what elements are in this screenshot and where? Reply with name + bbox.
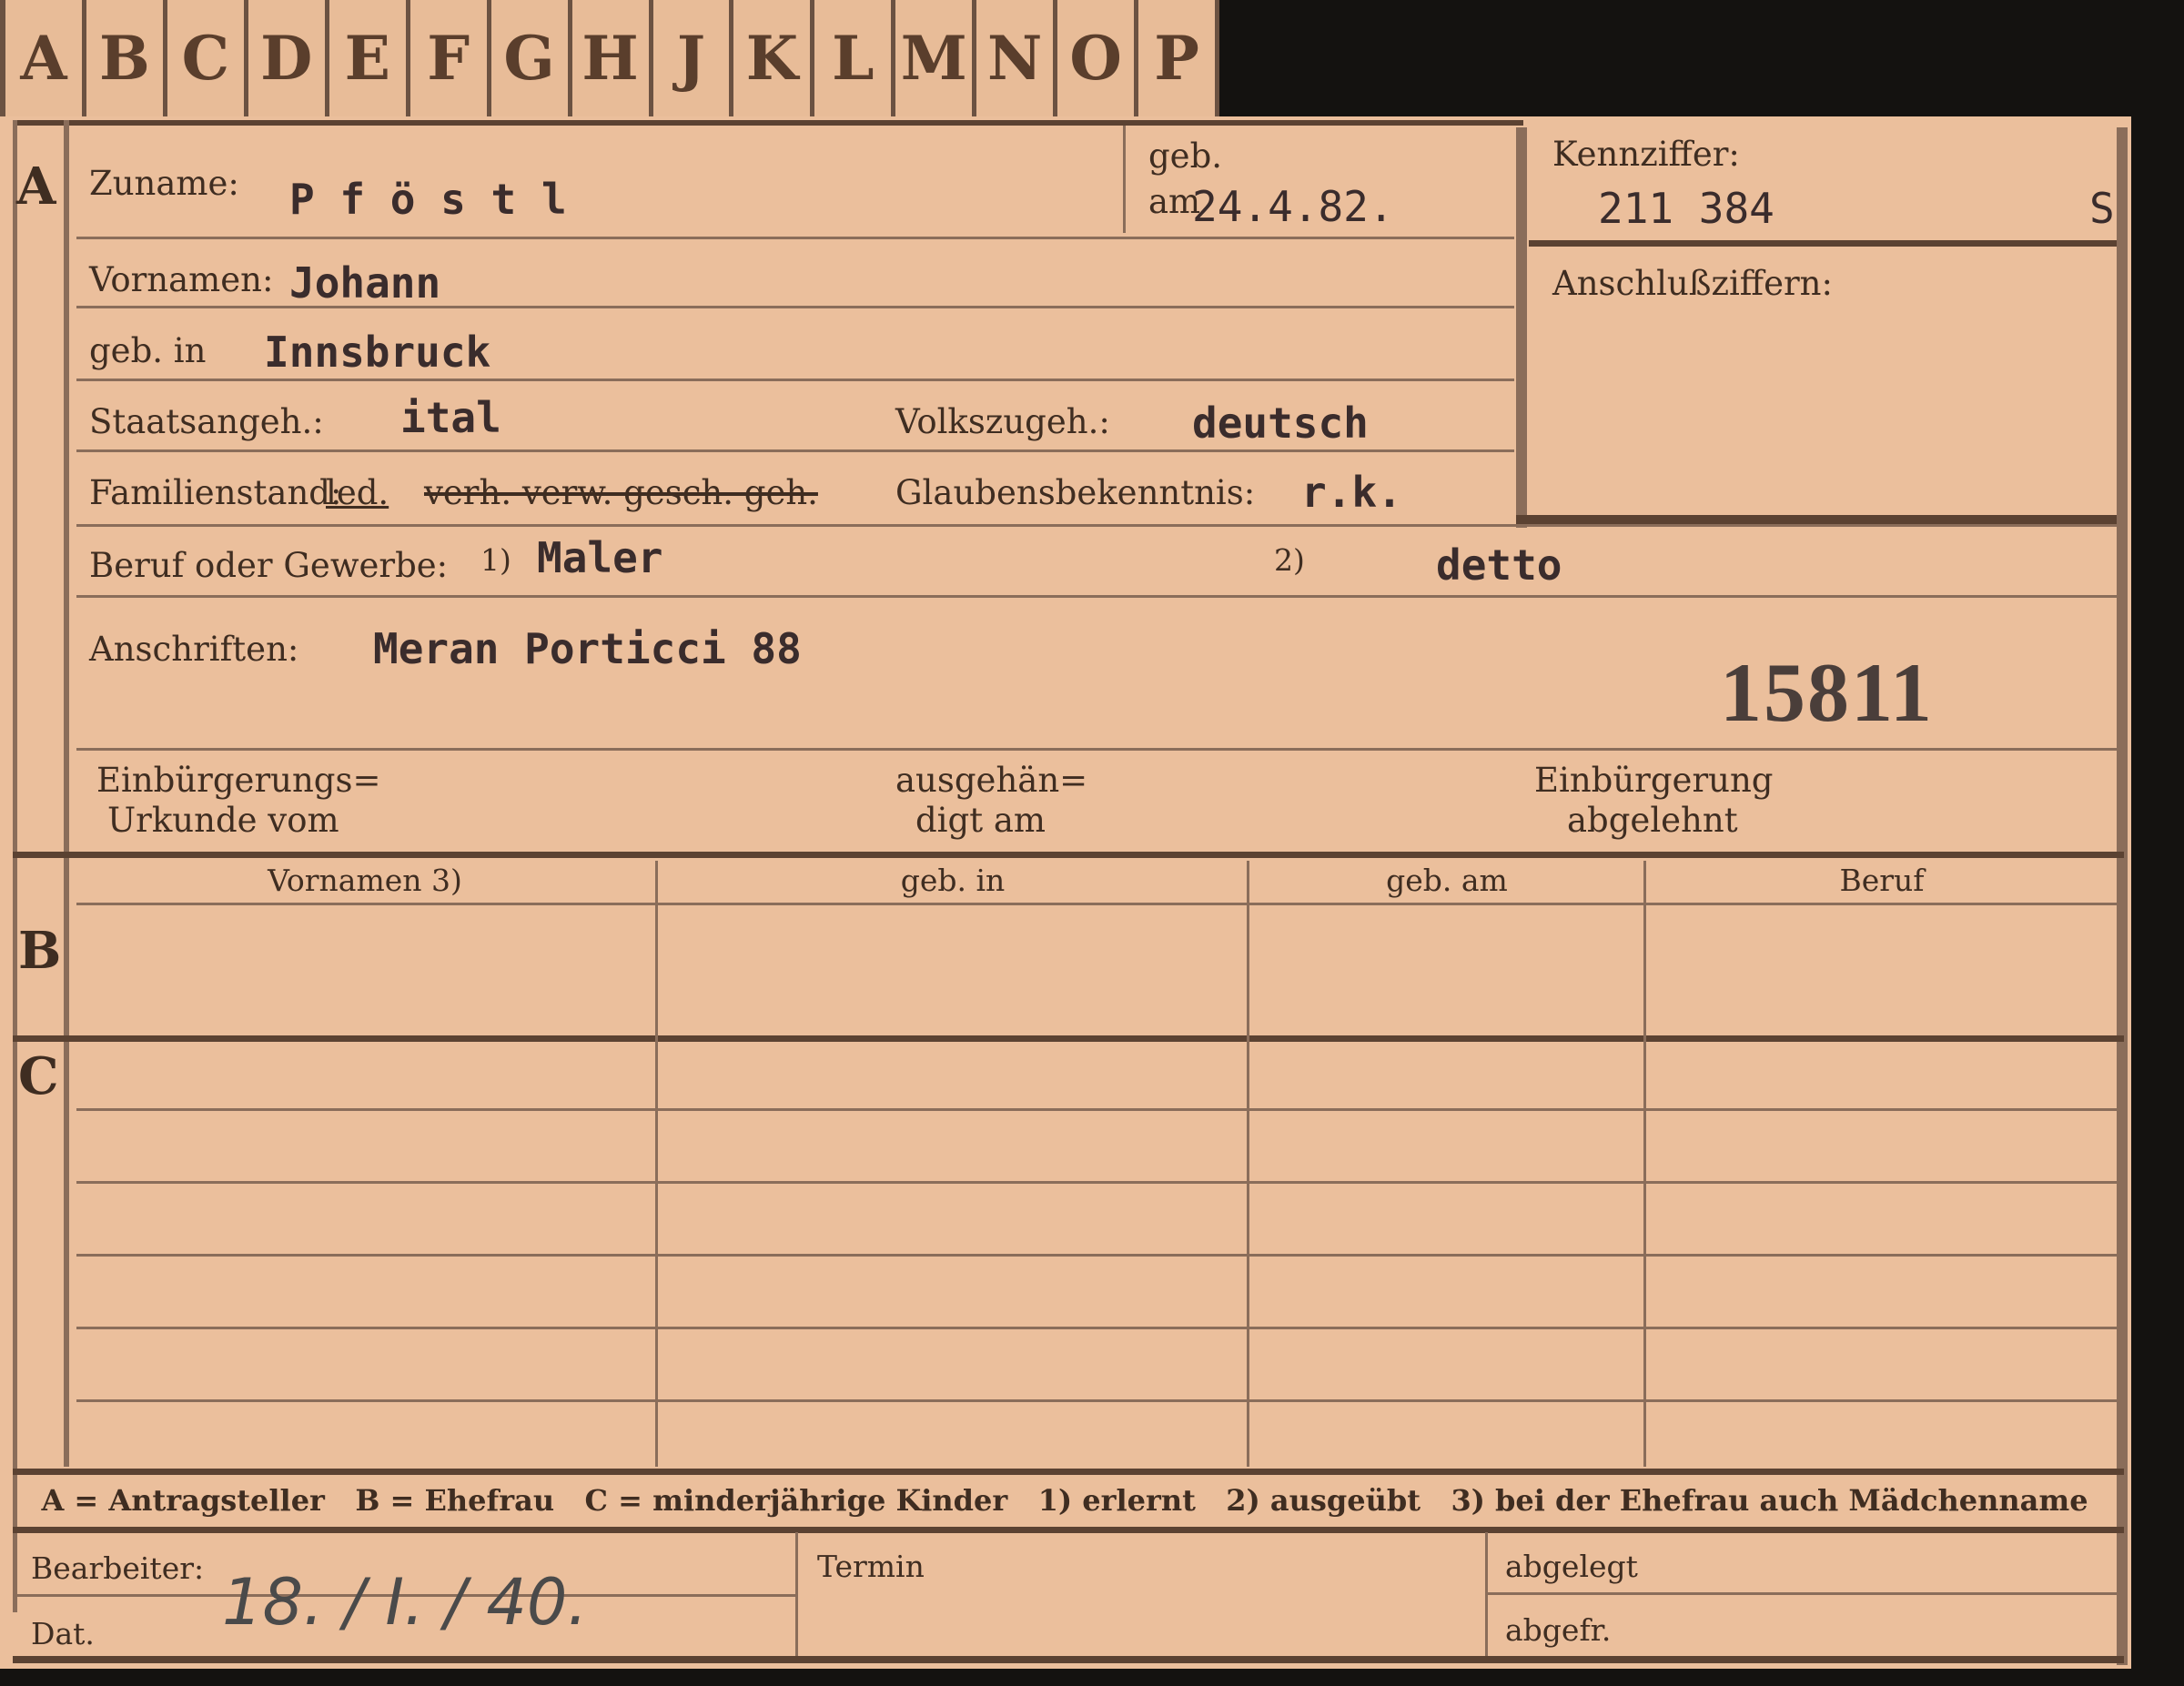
section-c-top-border: [13, 1035, 2124, 1042]
geb-am-value: 24.4.82.: [1192, 182, 1394, 231]
tab-n[interactable]: N: [976, 0, 1058, 116]
anschlussziffern-label: Anschlußziffern:: [1552, 264, 1833, 303]
tab-b[interactable]: B: [86, 0, 167, 116]
left-border: [13, 120, 17, 1612]
row-line: [76, 595, 2117, 598]
row-line: [76, 1181, 2117, 1184]
section-divider-vertical: [64, 120, 69, 1467]
row-line: [76, 237, 1514, 239]
geb-in-value: Innsbruck: [264, 328, 491, 377]
glaubensbekenntnis-label: Glaubensbekenntnis:: [895, 473, 1256, 512]
kennziffer-box-left: [1516, 127, 1527, 528]
staatsangeh-value: ital: [400, 393, 501, 442]
tab-d[interactable]: D: [248, 0, 329, 116]
footer-divider: [1485, 1532, 1488, 1660]
row-line: [76, 524, 2117, 527]
col-divider: [655, 861, 658, 1467]
zuname-value: P f ö s t l: [289, 175, 567, 224]
footer-divider: [795, 1532, 798, 1660]
anschriften-label: Anschriften:: [89, 630, 299, 669]
familienstand-label: Familienstand:: [89, 473, 342, 512]
tab-e[interactable]: E: [329, 0, 410, 116]
row-line: [76, 379, 1514, 381]
row-line: [76, 748, 2117, 751]
section-b-label: B: [18, 921, 62, 981]
termin-label: Termin: [817, 1549, 925, 1584]
tab-o[interactable]: O: [1057, 0, 1139, 116]
tab-g[interactable]: G: [490, 0, 572, 116]
glaubensbekenntnis-value: r.k.: [1301, 468, 1402, 517]
volkszugeh-value: deutsch: [1192, 399, 1369, 448]
einbuergerung-urkunde-label-2: Urkunde vom: [107, 801, 339, 840]
tab-p[interactable]: P: [1138, 0, 1220, 116]
ausgehaendigt-label-1: ausgehän=: [895, 761, 1088, 800]
row-line: [76, 449, 1514, 452]
section-a-label: A: [16, 156, 56, 217]
beruf-value-2: detto: [1436, 540, 1562, 590]
kennziffer-label: Kennziffer:: [1552, 135, 1740, 174]
kennziffer-value: 211 384: [1598, 184, 1774, 233]
col-divider: [1247, 861, 1249, 1467]
beruf-label: Beruf oder Gewerbe:: [89, 546, 449, 585]
legend-top-border: [13, 1469, 2124, 1475]
legend-text: A = Antragsteller B = Ehefrau C = minder…: [41, 1483, 2088, 1518]
row-line: [76, 1399, 2117, 1402]
beruf-footnote-2: 2): [1274, 542, 1305, 578]
geb-am-label-1: geb.: [1148, 136, 1223, 176]
row-line: [76, 903, 2117, 905]
abgelegt-label: abgelegt: [1505, 1549, 1638, 1584]
footer-row-line: [1487, 1592, 2117, 1595]
einbuergerung-abgelehnt-label-1: Einbürgerung: [1534, 761, 1774, 800]
row-line: [76, 306, 1514, 308]
kennziffer-suffix: S: [2089, 184, 2115, 233]
right-border: [2117, 127, 2128, 1665]
tab-m[interactable]: M: [895, 0, 977, 116]
abgefr-label: abgefr.: [1505, 1612, 1612, 1648]
col-header-vornamen: Vornamen 3): [268, 863, 462, 898]
stamped-number: 15811: [1720, 646, 1934, 739]
staatsangeh-label: Staatsangeh.:: [89, 402, 324, 441]
tab-k[interactable]: K: [733, 0, 815, 116]
col-header-beruf: Beruf: [1839, 863, 1925, 898]
section-c-label: C: [18, 1046, 59, 1106]
familienstand-selected: led.: [326, 473, 389, 512]
row-line: [76, 1108, 2117, 1111]
row-line: [76, 1327, 2117, 1329]
col-header-geb-am: geb. am: [1386, 863, 1508, 898]
anschriften-value: Meran Porticci 88: [373, 624, 802, 673]
familienstand-struck-options: verh. verw. gesch. geh.: [424, 473, 818, 512]
tab-l[interactable]: L: [814, 0, 896, 116]
footer-top-border: [13, 1527, 2124, 1533]
geb-in-label: geb. in: [89, 331, 207, 370]
beruf-footnote-1: 1): [480, 542, 511, 578]
volkszugeh-label: Volkszugeh.:: [895, 402, 1110, 441]
handwritten-date: 18. / I. / 40.: [222, 1565, 588, 1640]
vornamen-value: Johann: [289, 258, 441, 308]
tab-f[interactable]: F: [410, 0, 491, 116]
tab-j[interactable]: J: [652, 0, 734, 116]
alphabet-tab-row: A B C D E F G H J K L M N O P: [0, 0, 1220, 116]
section-b-top-border: [13, 852, 2124, 858]
col-header-geb-in: geb. in: [900, 863, 1006, 898]
tab-a[interactable]: A: [0, 0, 86, 116]
top-border: [13, 120, 1523, 126]
vornamen-label: Vornamen:: [89, 260, 274, 299]
tab-c[interactable]: C: [167, 0, 248, 116]
zuname-label: Zuname:: [89, 164, 239, 203]
beruf-value-1: Maler: [537, 533, 663, 582]
bottom-border: [13, 1656, 2124, 1663]
row-line: [76, 1254, 2117, 1257]
tab-h[interactable]: H: [571, 0, 653, 116]
ausgehaendigt-label-2: digt am: [915, 801, 1046, 840]
col-divider: [1643, 861, 1646, 1467]
einbuergerung-urkunde-label-1: Einbürgerungs=: [96, 761, 381, 800]
bearbeiter-label: Bearbeiter:: [31, 1550, 205, 1586]
einbuergerung-abgelehnt-label-2: abgelehnt: [1567, 801, 1738, 840]
dat-label: Dat.: [31, 1616, 95, 1651]
kennziffer-divider: [1529, 240, 2117, 247]
geb-am-divider: [1123, 126, 1126, 233]
